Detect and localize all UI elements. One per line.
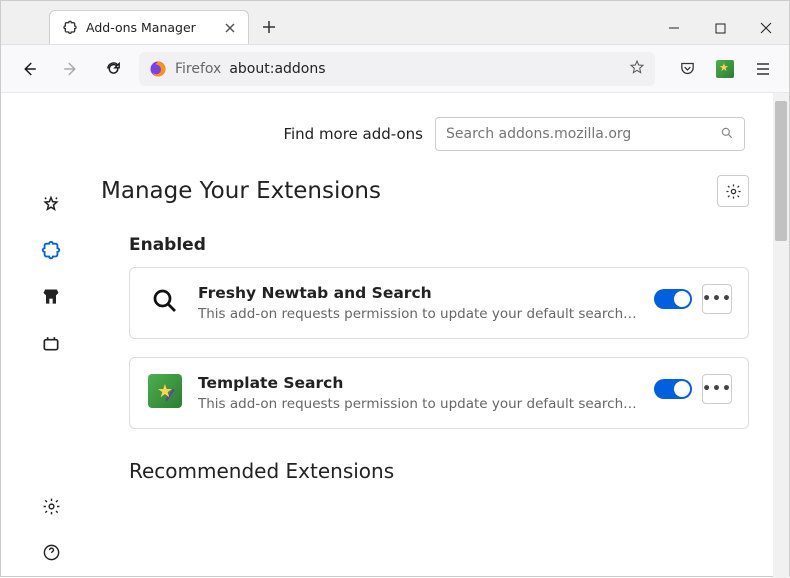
- extension-toolbar-icon[interactable]: [711, 55, 739, 83]
- close-window-button[interactable]: [743, 12, 789, 44]
- recommended-section-title: Recommended Extensions: [129, 459, 749, 483]
- extension-controls: •••: [654, 284, 732, 314]
- minimize-button[interactable]: [651, 12, 697, 44]
- themes-category-icon[interactable]: [39, 285, 63, 309]
- toolbar-right: [673, 55, 777, 83]
- category-sidebar: [1, 93, 101, 578]
- forward-button[interactable]: [55, 53, 87, 85]
- tools-gear-button[interactable]: [717, 175, 749, 207]
- addon-search-input[interactable]: [446, 126, 712, 142]
- tab-title: Add-ons Manager: [86, 20, 214, 35]
- more-options-button[interactable]: •••: [702, 284, 732, 314]
- heading-row: Manage Your Extensions: [101, 175, 749, 207]
- new-tab-button[interactable]: [255, 13, 283, 41]
- extension-body: Template Search This add-on requests per…: [198, 374, 638, 412]
- nav-toolbar: Firefox about:addons: [1, 45, 789, 93]
- url-text: about:addons: [229, 61, 621, 77]
- content-area: Find more add-ons Manage Your Extensions…: [1, 93, 789, 578]
- extension-icon: [148, 374, 182, 408]
- browser-tab[interactable]: Add-ons Manager: [49, 10, 249, 44]
- puzzle-icon: [62, 20, 78, 36]
- reload-button[interactable]: [97, 53, 129, 85]
- maximize-button[interactable]: [697, 12, 743, 44]
- help-icon[interactable]: [39, 540, 63, 564]
- addon-search-row: Find more add-ons: [101, 117, 749, 151]
- find-addons-label: Find more add-ons: [283, 125, 423, 143]
- extension-icon: [148, 284, 182, 318]
- plugins-category-icon[interactable]: [39, 331, 63, 355]
- title-bar: Add-ons Manager: [1, 1, 789, 45]
- extension-controls: •••: [654, 374, 732, 404]
- back-button[interactable]: [13, 53, 45, 85]
- extension-card[interactable]: Freshy Newtab and Search This add-on req…: [129, 267, 749, 339]
- main-panel: Find more add-ons Manage Your Extensions…: [101, 93, 789, 578]
- url-bar[interactable]: Firefox about:addons: [139, 52, 655, 86]
- enable-toggle[interactable]: [654, 289, 692, 309]
- scrollbar-track[interactable]: [773, 93, 789, 578]
- settings-gear-icon[interactable]: [39, 494, 63, 518]
- url-prefix: Firefox: [175, 61, 221, 77]
- page-title: Manage Your Extensions: [101, 178, 381, 204]
- window-controls: [651, 12, 789, 44]
- extension-name: Template Search: [198, 374, 638, 392]
- extensions-category-icon[interactable]: [39, 239, 63, 263]
- extension-description: This add-on requests permission to updat…: [198, 306, 638, 322]
- addon-search-box[interactable]: [435, 117, 745, 151]
- extension-name: Freshy Newtab and Search: [198, 284, 638, 302]
- bookmark-star-icon[interactable]: [629, 59, 645, 79]
- extension-card[interactable]: Template Search This add-on requests per…: [129, 357, 749, 429]
- scrollbar-thumb[interactable]: [775, 101, 787, 241]
- enable-toggle[interactable]: [654, 379, 692, 399]
- menu-button[interactable]: [749, 55, 777, 83]
- tab-strip: Add-ons Manager: [1, 1, 651, 44]
- firefox-logo-icon: [149, 60, 167, 78]
- close-tab-button[interactable]: [222, 20, 238, 36]
- pocket-icon[interactable]: [673, 55, 701, 83]
- more-options-button[interactable]: •••: [702, 374, 732, 404]
- search-icon: [720, 125, 734, 144]
- enabled-section-title: Enabled: [101, 235, 749, 255]
- extension-body: Freshy Newtab and Search This add-on req…: [198, 284, 638, 322]
- recommendations-icon[interactable]: [39, 193, 63, 217]
- extension-description: This add-on requests permission to updat…: [198, 396, 638, 412]
